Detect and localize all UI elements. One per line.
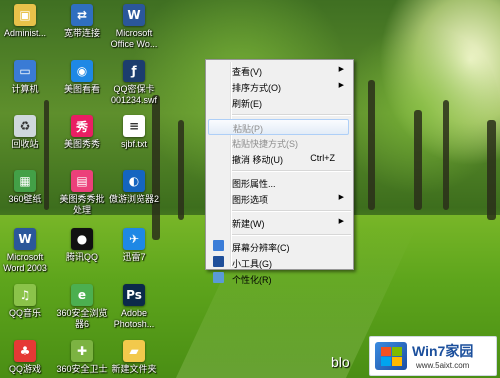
menu-item-label: 图形选项 (232, 195, 269, 205)
desktop-icon-label: QQ密保卡 001234.swf (110, 84, 158, 105)
personalize-icon (213, 272, 224, 283)
menu-item-label: 图形属性... (232, 179, 276, 189)
menu-item-label: 刷新(E) (232, 99, 262, 109)
desktop-icon[interactable]: ♫ QQ音乐 (0, 284, 57, 319)
menu-separator (232, 234, 351, 236)
swf-file-icon: ƒ (123, 60, 145, 82)
word-2003-icon: W (14, 228, 36, 250)
submenu-arrow-icon: ▶ (338, 82, 344, 89)
meitu-viewer-icon: ◉ (71, 60, 93, 82)
menu-item-item[interactable]: 图形属性... (208, 175, 349, 189)
photoshop-icon: Ps (123, 284, 145, 306)
desktop-icon[interactable]: ✈ 迅雷7 (102, 228, 166, 263)
desktop-icon[interactable]: Ps Adobe Photosh... (102, 284, 166, 330)
submenu-arrow-icon: ▶ (338, 194, 344, 201)
tree-trunk (368, 80, 375, 210)
360-browser-icon: e (71, 284, 93, 306)
menu-item-g[interactable]: 小工具(G) (208, 255, 349, 269)
desktop-icon[interactable]: ♣ QQ游戏 (0, 340, 57, 375)
maxthon-icon: ◐ (123, 170, 145, 192)
desktop-icon-label: Microsoft Office Wo... (110, 28, 158, 49)
qq-icon: ● (71, 228, 93, 250)
menu-item-w[interactable]: 新建(W) ▶ (208, 215, 349, 229)
menu-item-shortcut: Ctrl+Z (310, 153, 335, 163)
menu-item-label: 粘贴(P) (233, 124, 263, 134)
network-connection-icon: ⇄ (71, 4, 93, 26)
menu-item-label: 屏幕分辨率(C) (232, 243, 290, 253)
desktop-icon[interactable]: ≡ sjbf.txt (102, 115, 166, 150)
watermark-title: Win7家园 (412, 343, 474, 359)
menu-item-e[interactable]: 刷新(E) (208, 95, 349, 109)
menu-item-label: 个性化(R) (232, 275, 272, 285)
menu-item-label: 查看(V) (232, 67, 262, 77)
menu-item-item[interactable]: 图形选项 ▶ (208, 191, 349, 205)
qq-music-icon: ♫ (14, 284, 36, 306)
user-folder-icon: ▣ (14, 4, 36, 26)
desktop-icon-label: Microsoft Word 2003 (3, 252, 47, 273)
text-file-icon: ≡ (123, 115, 145, 137)
watermark-url: www.5aixt.com (416, 361, 470, 370)
desktop-icon[interactable]: ▰ 新建文件夹 (102, 340, 166, 375)
menu-separator (232, 114, 351, 116)
menu-item-label: 撤消 移动(U) (232, 155, 283, 165)
wallpaper-icon: ▦ (14, 170, 36, 192)
tree-trunk (443, 100, 449, 210)
menu-item-p[interactable]: 粘贴(P) (208, 119, 349, 135)
desktop-icon[interactable]: W Microsoft Word 2003 (0, 228, 57, 274)
360-safe-icon: ✚ (71, 340, 93, 362)
meitu-xiuxiu-icon: 秀 (71, 115, 93, 137)
desktop-icon-label: 360壁纸 (8, 194, 42, 204)
desktop-icon[interactable]: ƒ QQ密保卡 001234.swf (102, 60, 166, 106)
recycle-bin-icon: ♻ (14, 115, 36, 137)
folder-icon: ▰ (123, 340, 145, 362)
desktop-icon-label: QQ音乐 (8, 308, 41, 318)
desktop-icon[interactable]: ◐ 傲游浏览器2 (102, 170, 166, 205)
computer-icon: ▭ (14, 60, 36, 82)
menu-item-label: 新建(W) (232, 219, 265, 229)
menu-item-s[interactable]: 粘贴快捷方式(S) (208, 135, 349, 149)
desktop-icon-label: 傲游浏览器2 (108, 194, 159, 204)
desktop-icon-label: 计算机 (11, 84, 39, 94)
tree-trunk (178, 120, 184, 220)
tree-trunk (487, 120, 496, 220)
menu-item-u[interactable]: 撤消 移动(U) Ctrl+Z (208, 151, 349, 165)
menu-item-c[interactable]: 屏幕分辨率(C) (208, 239, 349, 253)
qq-game-icon: ♣ (14, 340, 36, 362)
menu-separator (232, 210, 351, 212)
desktop-icon[interactable]: ▣ Administ... (0, 4, 57, 39)
menu-item-label: 小工具(G) (232, 259, 272, 269)
tree-trunk (414, 110, 422, 210)
desktop-icon-label: 新建文件夹 (111, 364, 157, 374)
desktop-icon[interactable]: ▭ 计算机 (0, 60, 57, 95)
menu-item-r[interactable]: 个性化(R) (208, 271, 349, 285)
gadgets-icon (213, 256, 224, 267)
menu-item-v[interactable]: 查看(V) ▶ (208, 63, 349, 77)
menu-item-label: 排序方式(O) (232, 83, 281, 93)
desktop-icon-label: Adobe Photosh... (113, 308, 155, 329)
menu-item-label: 粘贴快捷方式(S) (232, 139, 298, 149)
desktop-icon-label: 回收站 (11, 139, 39, 149)
desktop-icon[interactable]: ▦ 360壁纸 (0, 170, 57, 205)
submenu-arrow-icon: ▶ (338, 218, 344, 225)
menu-item-o[interactable]: 排序方式(O) ▶ (208, 79, 349, 93)
submenu-arrow-icon: ▶ (338, 66, 344, 73)
site-watermark: Win7家园 www.5aixt.com (369, 336, 497, 376)
thunder-icon: ✈ (123, 228, 145, 250)
desktop-icon[interactable]: ♻ 回收站 (0, 115, 57, 150)
menu-separator (232, 170, 351, 172)
desktop-icon-label: 迅雷7 (122, 252, 146, 262)
desktop-icon-label: sjbf.txt (120, 139, 147, 149)
word-icon: W (123, 4, 145, 26)
watermark-prefix-text: blo (331, 354, 350, 370)
meitu-batch-icon: ▤ (71, 170, 93, 192)
screen-resolution-icon (213, 240, 224, 251)
desktop-context-menu: 查看(V) ▶ 排序方式(O) ▶ 刷新(E) 粘贴(P) 粘贴快捷方式(S) 撤消 移动(U… (205, 59, 354, 285)
desktop-icon-label: QQ游戏 (8, 364, 41, 374)
desktop-icon-label: Administ... (3, 28, 46, 38)
windows-logo-icon (375, 342, 407, 370)
desktop-icon[interactable]: W Microsoft Office Wo... (102, 4, 166, 50)
